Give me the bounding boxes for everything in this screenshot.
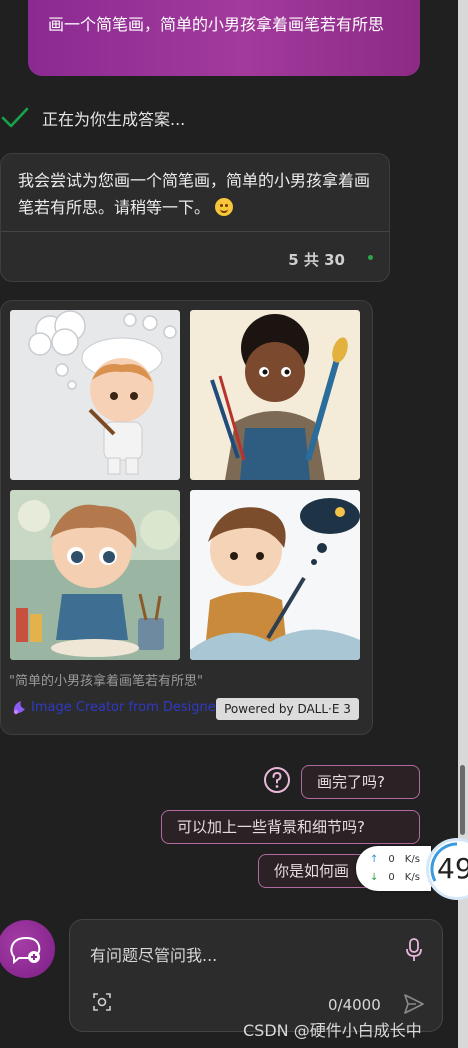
answer-text-wrap: 我会尝试为您画一个简笔画，简单的小男孩拿着画笔若有所思。请稍等一下。 bbox=[18, 167, 378, 221]
download-speed-value: 0 bbox=[388, 872, 395, 883]
watermark: CSDN @硬件小白成长中 bbox=[243, 1021, 422, 1040]
designer-logo-icon bbox=[13, 701, 25, 715]
gauge-value: 49 bbox=[437, 852, 468, 885]
download-arrow-icon: ↓ bbox=[370, 872, 379, 883]
image-creator-label[interactable]: Image Creator from Designer bbox=[31, 700, 221, 715]
microphone-icon[interactable] bbox=[404, 937, 424, 963]
upload-speed: ↑ 0 K/s bbox=[370, 854, 420, 865]
generated-image-4[interactable] bbox=[190, 490, 360, 660]
new-chat-icon bbox=[10, 936, 41, 965]
usage-gauge[interactable]: 49 bbox=[426, 838, 468, 900]
network-speed-widget: ↑ 0 K/s ↓ 0 K/s bbox=[356, 846, 431, 891]
upload-speed-unit: K/s bbox=[404, 854, 420, 865]
scrollbar-thumb[interactable] bbox=[460, 765, 465, 835]
user-message-bubble: 画一个简笔画，简单的小男孩拿着画笔若有所思 bbox=[28, 0, 420, 76]
generated-image-3[interactable] bbox=[10, 490, 180, 660]
divider bbox=[1, 231, 389, 232]
smile-emoji-icon bbox=[215, 198, 234, 216]
answer-text: 我会尝试为您画一个简笔画，简单的小男孩拿着画笔若有所思。请稍等一下。 bbox=[18, 171, 371, 217]
download-speed: ↓ 0 K/s bbox=[370, 872, 420, 883]
suggestion-chip-1[interactable]: 画完了吗? bbox=[301, 765, 420, 799]
chat-input[interactable]: 有问题尽管问我... bbox=[90, 942, 217, 966]
suggestion-chip-2[interactable]: 可以加上一些背景和细节吗? bbox=[161, 810, 420, 844]
download-speed-unit: K/s bbox=[404, 872, 420, 883]
image-caption: "简单的小男孩拿着画笔若有所思" bbox=[9, 674, 203, 689]
generated-image-2[interactable] bbox=[190, 310, 360, 480]
visual-search-icon[interactable] bbox=[92, 992, 112, 1012]
new-topic-button[interactable] bbox=[0, 920, 55, 978]
upload-arrow-icon: ↑ bbox=[370, 854, 379, 865]
upload-speed-value: 0 bbox=[388, 854, 395, 865]
generation-status: 正在为你生成答案... bbox=[0, 104, 185, 132]
checkmark-icon bbox=[1, 107, 29, 128]
image-creator-link[interactable]: Image Creator from Designer bbox=[11, 699, 221, 715]
help-icon[interactable] bbox=[263, 766, 291, 794]
send-icon[interactable] bbox=[402, 992, 426, 1016]
page-counter: 5 共 30 bbox=[288, 251, 345, 269]
powered-by-badge: Powered by DALL·E 3 bbox=[216, 698, 359, 720]
character-count: 0/4000 bbox=[328, 996, 381, 1014]
generated-image-1[interactable] bbox=[10, 310, 180, 480]
answer-card: 我会尝试为您画一个简笔画，简单的小男孩拿着画笔若有所思。请稍等一下。 5 共 3… bbox=[0, 153, 390, 282]
status-text: 正在为你生成答案... bbox=[42, 110, 186, 129]
status-dot bbox=[368, 255, 373, 260]
chat-input-box[interactable]: 有问题尽管问我... 0/4000 bbox=[69, 919, 443, 1032]
